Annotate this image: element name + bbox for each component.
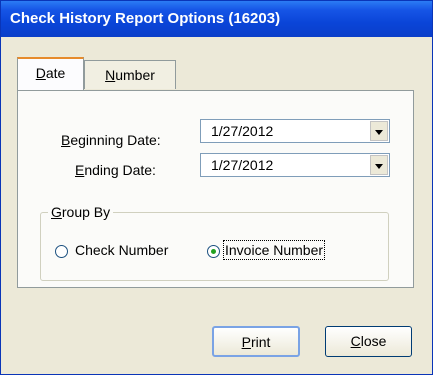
beginning-date-label-text: eginning Date: (70, 132, 161, 148)
beginning-date-label: Beginning Date: (61, 132, 161, 148)
tab-date-label: ate (45, 65, 66, 81)
beginning-date-accel: B (61, 132, 71, 148)
group-by-accel: G (51, 204, 62, 220)
window-title: Check History Report Options (16203) (10, 10, 281, 27)
chevron-down-icon[interactable] (370, 121, 388, 141)
group-by-title: Group By (48, 204, 114, 220)
ending-date-label-text: nding Date: (84, 162, 156, 178)
tab-date-accel: D (35, 65, 46, 81)
chevron-down-icon[interactable] (370, 155, 388, 175)
beginning-date-dropdown[interactable]: 1/27/2012 (200, 119, 390, 143)
radio-check-number[interactable] (55, 245, 68, 258)
close-accel: C (350, 333, 361, 349)
ending-date-label: Ending Date: (75, 162, 156, 178)
tab-date[interactable]: Date (17, 57, 84, 90)
close-button[interactable]: Close (325, 326, 412, 357)
ending-date-value: 1/27/2012 (211, 157, 274, 173)
invoice-number-label[interactable]: Invoice Number (222, 240, 326, 260)
beginning-date-value: 1/27/2012 (211, 123, 274, 139)
ending-date-accel: E (75, 162, 85, 178)
tab-number[interactable]: Number (84, 60, 176, 89)
tab-panel-date: Beginning Date: 1/27/2012 Ending Date: 1… (17, 90, 414, 288)
check-number-label[interactable]: Check Number (75, 242, 168, 258)
ending-date-dropdown[interactable]: 1/27/2012 (200, 153, 390, 177)
print-label: rint (250, 334, 271, 350)
print-button[interactable]: Print (212, 326, 300, 357)
title-bar[interactable]: Check History Report Options (16203) (1, 1, 432, 37)
tab-number-accel: N (105, 67, 116, 83)
close-label: lose (360, 333, 387, 349)
dialog-window: Check History Report Options (16203) Dat… (0, 0, 433, 375)
group-by-box: Group By Check Number Invoice Number (40, 204, 389, 281)
radio-invoice-number[interactable] (207, 245, 220, 258)
print-accel: P (241, 334, 251, 350)
tab-number-label: umber (115, 67, 155, 83)
group-by-label-text: roup By (61, 204, 111, 220)
